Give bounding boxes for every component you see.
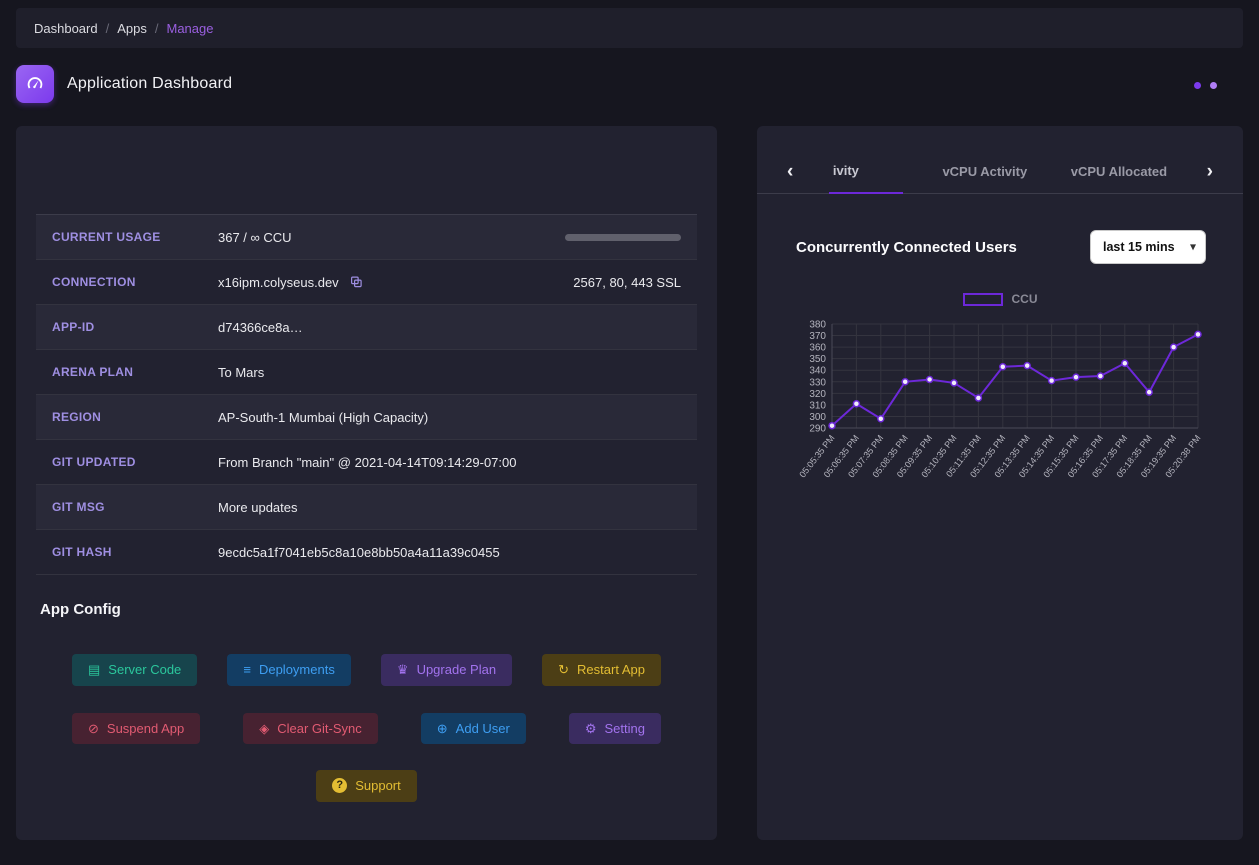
current-usage-value: 367 / ∞ CCU: [218, 229, 292, 245]
table-row-arena-plan: ARENA PLAN To Mars: [36, 350, 697, 395]
breadcrumb-item-manage[interactable]: Manage: [167, 21, 214, 36]
table-row-app-id: APP-ID d74366ce8a…: [36, 305, 697, 350]
svg-text:340: 340: [809, 366, 826, 377]
add-user-icon: ⊕: [436, 720, 448, 736]
svg-text:300: 300: [809, 412, 826, 423]
carousel-dot-2[interactable]: [1210, 82, 1217, 89]
page-title: Application Dashboard: [67, 75, 233, 92]
support-button[interactable]: ? Support: [316, 770, 417, 802]
breadcrumb: Dashboard / Apps / Manage: [16, 8, 1243, 48]
row-label-git-updated: GIT UPDATED: [52, 455, 136, 469]
ccu-chart-container: 290 300 310 320 330 340 350 360 370 380 05:05:35 P…: [784, 310, 1216, 507]
time-range-select[interactable]: last 15 mins: [1090, 230, 1206, 264]
svg-text:320: 320: [809, 389, 826, 400]
svg-text:290: 290: [809, 424, 826, 435]
dashboard-gauge-icon: [16, 65, 54, 103]
server-code-icon: ▤: [88, 662, 101, 677]
app-info-card: CURRENT USAGE 367 / ∞ CCU CONNECTION x16…: [16, 126, 717, 840]
connection-ports: 2567, 80, 443 SSL: [573, 274, 681, 290]
chart-header: Concurrently Connected Users last 15 min…: [796, 230, 1206, 264]
git-updated-value: From Branch "main" @ 2021-04-14T09:14:29…: [218, 454, 517, 470]
usage-progress-bar: [565, 233, 681, 241]
crown-icon: ♛: [396, 662, 409, 677]
upgrade-plan-button[interactable]: ♛ Upgrade Plan: [380, 654, 513, 686]
tab-vcpu-activity[interactable]: vCPU Activity: [938, 150, 1031, 194]
tabs-prev-button[interactable]: ‹: [787, 162, 793, 181]
breadcrumb-item-dashboard[interactable]: Dashboard: [34, 21, 98, 36]
row-label-app-id: APP-ID: [52, 320, 95, 334]
svg-text:380: 380: [809, 320, 826, 331]
row-label-current-usage: CURRENT USAGE: [52, 230, 161, 244]
app-config-buttons-row-2: ⊘ Suspend App ◈ Clear Git-Sync ⊕ Add Use…: [36, 712, 697, 745]
svg-text:360: 360: [809, 343, 826, 354]
chart-legend: CCU: [757, 292, 1243, 306]
activity-tabs: ‹ ivity vCPU Activity vCPU Allocated ›: [757, 150, 1243, 194]
table-row-git-hash: GIT HASH 9ecdc5a1f7041eb5c8a10e8bb50a4a1…: [36, 530, 697, 575]
table-row-current-usage: CURRENT USAGE 367 / ∞ CCU: [36, 215, 697, 260]
info-table: CURRENT USAGE 367 / ∞ CCU CONNECTION x16…: [36, 214, 697, 575]
svg-text:330: 330: [809, 377, 826, 388]
deployments-icon: ≡: [243, 662, 251, 677]
row-label-git-msg: GIT MSG: [52, 500, 105, 514]
copy-icon: [350, 276, 362, 288]
git-msg-value: More updates: [218, 499, 298, 515]
add-user-button[interactable]: ⊕ Add User: [420, 712, 526, 745]
support-row: ? Support: [36, 770, 697, 802]
gear-icon: ⚙: [584, 720, 597, 736]
region-value: AP-South-1 Mumbai (High Capacity): [218, 409, 429, 425]
time-range-select-wrap: last 15 mins: [1090, 230, 1206, 264]
help-icon: ?: [332, 778, 348, 794]
app-id-value: d74366ce8a…: [218, 319, 303, 335]
chart-title: Concurrently Connected Users: [796, 238, 1017, 256]
svg-text:370: 370: [809, 331, 826, 342]
page-header: Application Dashboard: [16, 64, 1243, 104]
svg-text:350: 350: [809, 354, 826, 365]
activity-card: ‹ ivity vCPU Activity vCPU Allocated › C…: [757, 126, 1243, 840]
svg-text:310: 310: [809, 400, 826, 411]
legend-label-ccu: CCU: [1011, 292, 1038, 306]
suspend-app-button[interactable]: ⊘ Suspend App: [72, 712, 201, 745]
app-config-buttons-row-1: ▤ Server Code ≡ Deployments ♛ Upgrade Pl…: [36, 654, 697, 686]
server-code-button[interactable]: ▤ Server Code: [72, 654, 198, 686]
arena-plan-value: To Mars: [218, 364, 265, 380]
row-label-git-hash: GIT HASH: [52, 545, 112, 559]
git-sync-icon: ◈: [259, 720, 270, 736]
tab-ccu-activity[interactable]: ivity: [828, 150, 903, 194]
connection-host: x16ipm.colyseus.dev: [218, 274, 339, 290]
table-row-connection: CONNECTION x16ipm.colyseus.dev 2567, 80,…: [36, 260, 697, 305]
ccu-line-chart: 29030031032033034035036037038005:05:35 P…: [797, 320, 1202, 480]
breadcrumb-item-apps[interactable]: Apps: [117, 21, 147, 36]
table-row-git-updated: GIT UPDATED From Branch "main" @ 2021-04…: [36, 440, 697, 485]
copy-button[interactable]: [348, 273, 365, 291]
row-label-arena-plan: ARENA PLAN: [52, 365, 134, 379]
clear-git-sync-button[interactable]: ◈ Clear Git-Sync: [243, 712, 378, 745]
restart-app-button[interactable]: ↻ Restart App: [542, 654, 661, 686]
carousel-dots: [1194, 82, 1217, 89]
git-hash-value: 9ecdc5a1f7041eb5c8a10e8bb50a4a11a39c0455: [218, 544, 500, 560]
row-label-connection: CONNECTION: [52, 275, 136, 289]
table-row-git-msg: GIT MSG More updates: [36, 485, 697, 530]
deployments-button[interactable]: ≡ Deployments: [227, 654, 351, 686]
tab-vcpu-allocated[interactable]: vCPU Allocated: [1067, 150, 1171, 194]
carousel-dot-1[interactable]: [1194, 82, 1201, 89]
table-row-region: REGION AP-South-1 Mumbai (High Capacity): [36, 395, 697, 440]
suspend-icon: ⊘: [88, 720, 99, 736]
setting-button[interactable]: ⚙ Setting: [568, 712, 661, 745]
row-label-region: REGION: [52, 410, 102, 424]
tabs-next-button[interactable]: ›: [1207, 162, 1213, 181]
restart-icon: ↻: [558, 662, 570, 677]
legend-swatch-ccu: [962, 292, 1003, 306]
breadcrumb-separator: /: [105, 20, 110, 36]
breadcrumb-separator: /: [154, 20, 159, 36]
main-content: CURRENT USAGE 367 / ∞ CCU CONNECTION x16…: [16, 126, 1243, 840]
app-config-title: App Config: [40, 601, 121, 618]
